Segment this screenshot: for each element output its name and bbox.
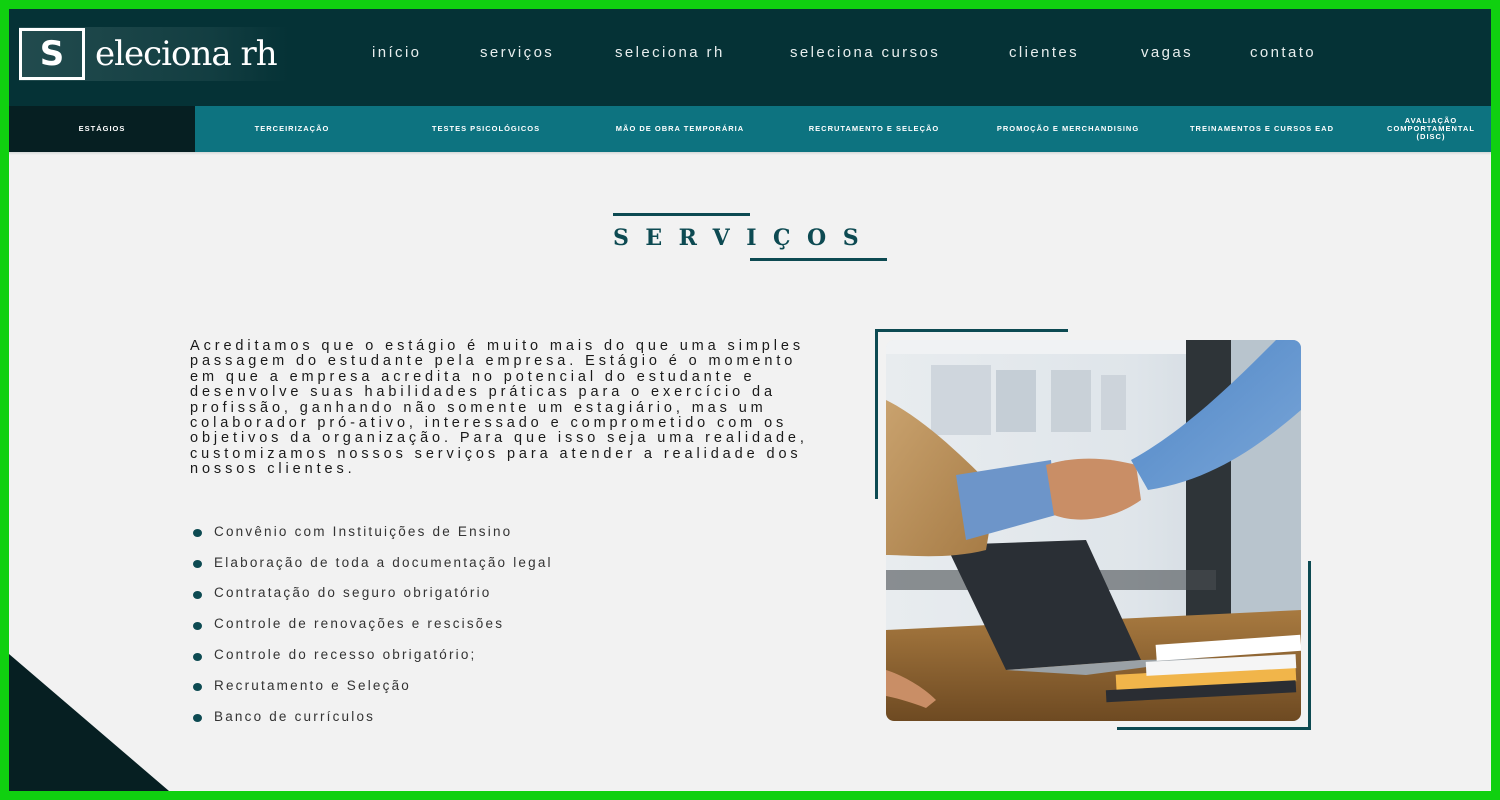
section-title: SERVIÇOS [613, 225, 876, 251]
heading-rule-top [613, 213, 750, 216]
bullet-icon [193, 714, 202, 723]
feature-list: Convênio com Instituições de Ensino Elab… [193, 516, 553, 732]
photo-frame-bottom [1117, 727, 1311, 730]
tab-mao-de-obra-temporaria[interactable]: MÃO DE OBRA TEMPORÁRIA [583, 106, 777, 152]
intro-paragraph: Acreditamos que o estágio é muito mais d… [190, 338, 808, 478]
tab-terceirizacao[interactable]: TERCEIRIZAÇÃO [195, 106, 389, 152]
list-item: Controle de renovações e rescisões [193, 608, 553, 639]
heading-rule-bottom [750, 258, 887, 261]
nav-item-seleciona-rh[interactable]: seleciona rh [615, 44, 725, 61]
bullet-icon [193, 652, 202, 661]
list-item: Controle do recesso obrigatório; [193, 639, 553, 670]
photo-frame-left [875, 329, 878, 499]
feature-text: Recrutamento e Seleção [214, 677, 411, 693]
feature-text: Controle de renovações e rescisões [214, 616, 505, 632]
list-item: Elaboração de toda a documentação legal [193, 547, 553, 578]
tab-avaliacao-comportamental[interactable]: AVALIAÇÃO COMPORTAMENTAL (DISC) [1373, 106, 1489, 152]
list-item: Recrutamento e Seleção [193, 670, 553, 701]
subnav-shadow [9, 152, 1491, 155]
tab-recrutamento-e-selecao[interactable]: RECRUTAMENTO E SELEÇÃO [777, 106, 971, 152]
nav-item-seleciona-cursos[interactable]: seleciona cursos [790, 44, 940, 61]
header: S eleciona rh início serviços seleciona … [9, 9, 1491, 106]
feature-text: Convênio com Instituições de Ensino [214, 523, 513, 539]
feature-text: Banco de currículos [214, 708, 376, 724]
bullet-icon [193, 529, 202, 538]
bullet-icon [193, 683, 202, 692]
list-item: Banco de currículos [193, 701, 553, 732]
tab-testes-psicologicos[interactable]: TESTES PSICOLÓGICOS [389, 106, 583, 152]
services-subnav: ESTÁGIOS TERCEIRIZAÇÃO TESTES PSICOLÓGIC… [9, 106, 1491, 152]
list-item: Contratação do seguro obrigatório [193, 578, 553, 609]
tab-promocao-e-merchandising[interactable]: PROMOÇÃO E MERCHANDISING [971, 106, 1165, 152]
nav-item-servicos[interactable]: serviços [480, 44, 554, 61]
bullet-icon [193, 621, 202, 630]
list-item: Convênio com Instituições de Ensino [193, 516, 553, 547]
feature-text: Contratação do seguro obrigatório [214, 585, 492, 601]
bullet-icon [193, 560, 202, 569]
feature-text: Controle do recesso obrigatório; [214, 647, 477, 663]
nav-item-contato[interactable]: contato [1250, 44, 1316, 61]
photo-frame-top [875, 329, 1068, 332]
handshake-illustration [886, 340, 1301, 721]
nav-item-clientes[interactable]: clientes [1009, 44, 1079, 61]
page-frame: S eleciona rh início serviços seleciona … [9, 9, 1491, 791]
tab-treinamentos-e-cursos-ead[interactable]: TREINAMENTOS E CURSOS EAD [1165, 106, 1359, 152]
handshake-photo [886, 340, 1301, 721]
bullet-icon [193, 590, 202, 599]
main-nav: início serviços seleciona rh seleciona c… [9, 44, 1491, 64]
tab-estagios[interactable]: ESTÁGIOS [9, 106, 195, 152]
nav-item-inicio[interactable]: início [372, 44, 421, 61]
nav-item-vagas[interactable]: vagas [1141, 44, 1193, 61]
feature-text: Elaboração de toda a documentação legal [214, 554, 553, 570]
photo-frame-right [1308, 561, 1311, 730]
